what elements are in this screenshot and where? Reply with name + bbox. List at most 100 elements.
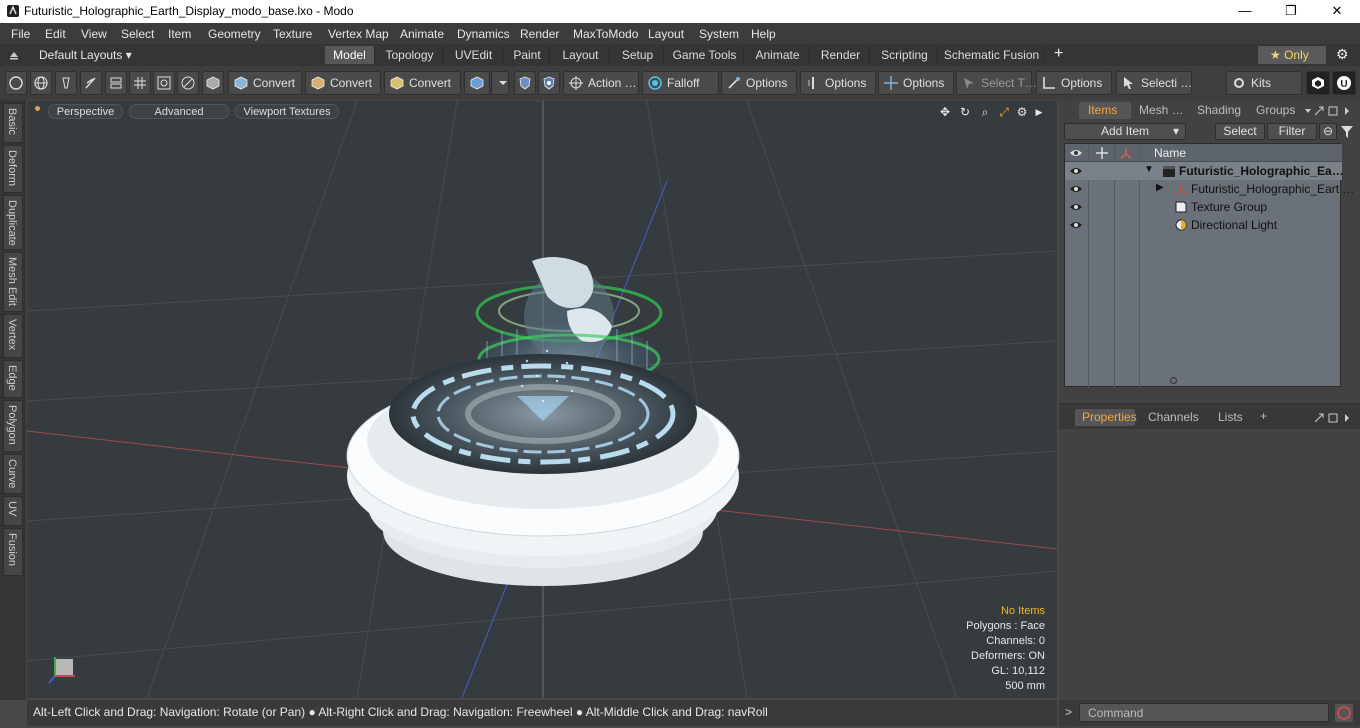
tab-render[interactable]: Render: [812, 46, 870, 64]
viewport-settings-icon[interactable]: ⚙: [1015, 105, 1029, 119]
tab-game-tools[interactable]: Game Tools: [666, 46, 744, 64]
tab-duplicate[interactable]: Duplicate: [3, 195, 23, 250]
perspective-button[interactable]: Perspective: [48, 104, 123, 119]
menu-dynamics[interactable]: Dynamics: [457, 27, 510, 41]
mesh-cube-button[interactable]: [464, 71, 490, 95]
mesh-dropdown-button[interactable]: [491, 71, 509, 95]
snap-button[interactable]: [538, 71, 560, 95]
convert-button-3[interactable]: Convert: [384, 71, 461, 95]
circle-select-button[interactable]: [5, 71, 27, 95]
tab-uv[interactable]: UV: [3, 496, 23, 526]
falloff-options-button[interactable]: Options: [721, 71, 797, 95]
tab-basic[interactable]: Basic: [3, 103, 23, 143]
sphere-button[interactable]: [30, 71, 52, 95]
tab-properties[interactable]: Properties: [1075, 409, 1137, 426]
cube-button[interactable]: [202, 71, 224, 95]
viewport-expand-icon[interactable]: ▶: [1032, 105, 1046, 119]
menu-vertex-map[interactable]: Vertex Map: [328, 27, 389, 41]
menu-render[interactable]: Render: [520, 27, 559, 41]
tab-fusion[interactable]: Fusion: [3, 528, 23, 576]
eye-icon[interactable]: [1069, 217, 1083, 233]
record-button[interactable]: [1335, 704, 1353, 722]
eye-icon[interactable]: [1069, 163, 1083, 179]
item-row-directional-light[interactable]: Directional Light: [1065, 216, 1342, 234]
move-view-icon[interactable]: ✥: [938, 105, 952, 119]
symmetry-options-button[interactable]: Options: [800, 71, 876, 95]
layers-button[interactable]: [105, 71, 127, 95]
tab-deform[interactable]: Deform: [3, 145, 23, 193]
viewport-textures-button[interactable]: Viewport Textures: [235, 104, 339, 119]
expand-triangle-icon[interactable]: ▶: [1156, 182, 1164, 193]
unreal-button[interactable]: U: [1332, 71, 1356, 95]
brush-button[interactable]: [80, 71, 102, 95]
menu-maxtomodo[interactable]: MaxToModo: [573, 27, 638, 41]
collapse-up-icon[interactable]: [8, 49, 20, 61]
unity-button[interactable]: [1306, 71, 1330, 95]
menu-edit[interactable]: Edit: [45, 27, 66, 41]
tab-polygon[interactable]: Polygon: [3, 400, 23, 452]
tab-layout[interactable]: Layout: [552, 46, 610, 64]
add-properties-tab-button[interactable]: +: [1260, 409, 1267, 423]
symmetry-button[interactable]: [514, 71, 536, 95]
menu-texture[interactable]: Texture: [273, 27, 312, 41]
tab-items[interactable]: Items: [1079, 102, 1131, 119]
menu-view[interactable]: View: [81, 27, 107, 41]
maximize-button[interactable]: ❐: [1268, 0, 1314, 23]
filter-button[interactable]: Filter: [1267, 123, 1317, 140]
tab-uvedit[interactable]: UVEdit: [445, 46, 503, 64]
command-input[interactable]: [1079, 703, 1329, 722]
tab-setup[interactable]: Setup: [612, 46, 664, 64]
zoom-view-icon[interactable]: ⌕: [978, 105, 992, 119]
only-toggle[interactable]: ★ Only: [1258, 46, 1326, 64]
tab-model[interactable]: Model: [325, 46, 375, 64]
menu-geometry[interactable]: Geometry: [208, 27, 261, 41]
panel-controls-icon[interactable]: [1305, 105, 1355, 117]
grid-button[interactable]: [129, 71, 151, 95]
viewport-menu-dot[interactable]: [35, 106, 40, 111]
kits-button[interactable]: Kits: [1226, 71, 1302, 95]
add-tab-button[interactable]: +: [1054, 45, 1063, 63]
snapping-options-button[interactable]: Options: [1036, 71, 1112, 95]
item-row-mesh[interactable]: ▶ Futuristic_Holographic_Eart …: [1065, 180, 1354, 198]
frame-button[interactable]: [153, 71, 175, 95]
menu-animate[interactable]: Animate: [400, 27, 444, 41]
menu-file[interactable]: File: [11, 27, 30, 41]
menu-system[interactable]: System: [699, 27, 739, 41]
pen-button[interactable]: [55, 71, 77, 95]
panel-divider[interactable]: [1059, 403, 1360, 406]
rotate-view-icon[interactable]: ↻: [958, 105, 972, 119]
list-scroll-handle[interactable]: [1170, 377, 1177, 384]
collapse-triangle-icon[interactable]: ▼: [1144, 164, 1154, 175]
tab-channels[interactable]: Channels: [1148, 409, 1199, 426]
tab-shading[interactable]: Shading: [1197, 102, 1241, 119]
select-through-button[interactable]: Select T…: [956, 71, 1037, 95]
tab-topology[interactable]: Topology: [377, 46, 443, 64]
tab-animate[interactable]: Animate: [746, 46, 810, 64]
convert-button-1[interactable]: Convert: [228, 71, 302, 95]
action-button[interactable]: Action …: [563, 71, 639, 95]
item-row-texture-group[interactable]: Texture Group: [1065, 198, 1342, 216]
select-button[interactable]: Select: [1215, 123, 1265, 140]
menu-select[interactable]: Select: [121, 27, 154, 41]
default-layouts-dropdown[interactable]: Default Layouts ▾: [39, 48, 132, 62]
tab-paint[interactable]: Paint: [505, 46, 550, 64]
tab-curve[interactable]: Curve: [3, 454, 23, 494]
add-item-button[interactable]: Add Item ▾: [1064, 123, 1186, 140]
tab-lists[interactable]: Lists: [1218, 409, 1243, 426]
advanced-button[interactable]: Advanced: [129, 104, 229, 119]
tab-mesh[interactable]: Mesh …: [1139, 102, 1184, 119]
eye-icon[interactable]: [1069, 199, 1083, 215]
minimize-button[interactable]: —: [1222, 0, 1268, 23]
eye-icon[interactable]: [1069, 181, 1083, 197]
wire-sphere-button[interactable]: [177, 71, 199, 95]
3d-viewport[interactable]: Perspective Advanced Viewport Textures ✥…: [27, 101, 1057, 698]
tab-groups[interactable]: Groups: [1256, 102, 1295, 119]
menu-layout[interactable]: Layout: [648, 27, 684, 41]
tab-schematic-fusion[interactable]: Schematic Fusion: [940, 46, 1044, 64]
tab-vertex[interactable]: Vertex: [3, 314, 23, 358]
funnel-icon[interactable]: [1340, 125, 1354, 139]
workplane-options-button[interactable]: Options: [878, 71, 954, 95]
fit-view-icon[interactable]: ⤢: [997, 105, 1011, 119]
collapse-button[interactable]: ⊖: [1319, 123, 1337, 140]
menu-help[interactable]: Help: [751, 27, 776, 41]
